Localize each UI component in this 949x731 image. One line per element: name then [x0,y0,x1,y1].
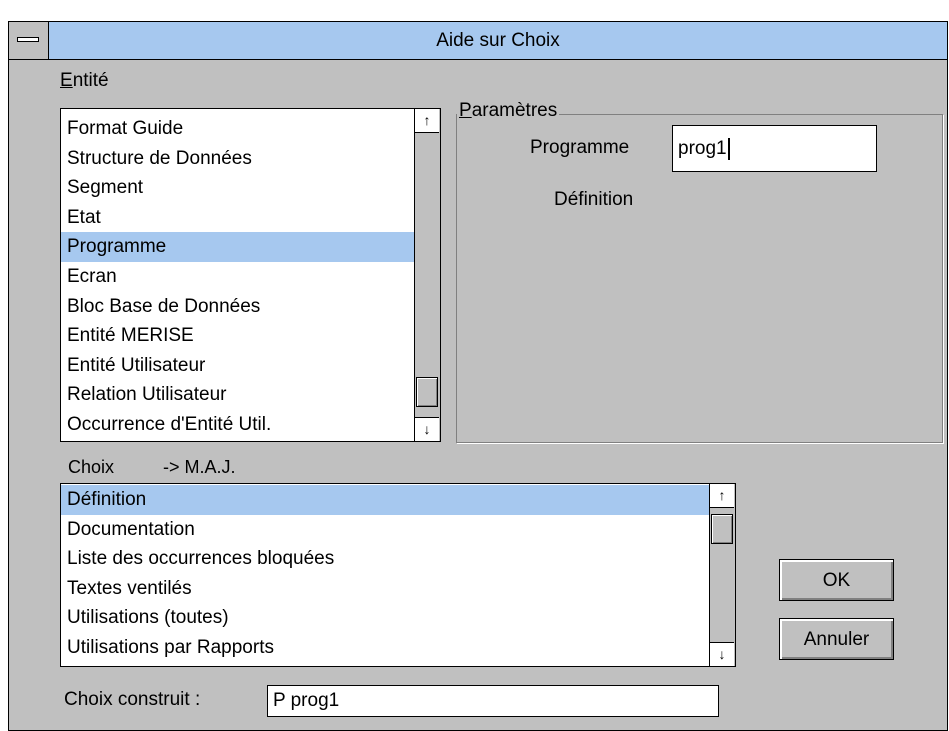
entite-list-item[interactable]: Etat [61,203,415,233]
choix-list-item[interactable]: Textes ventilés [61,574,710,604]
maj-label: -> M.A.J. [163,457,236,477]
entite-scrollbar[interactable]: ↑ ↓ [414,109,440,441]
programme-label: Programme [530,137,630,158]
entite-list-item[interactable]: Structure de Données [61,144,415,174]
entite-list-item[interactable]: Bloc Base de Données [61,292,415,322]
choix-list-item[interactable]: Utilisations (toutes) [61,603,710,633]
entite-list-item[interactable]: Ecran [61,262,415,292]
choix-listbox[interactable]: Définition Documentation Liste des occurre… [60,483,736,667]
entite-label: Entité [60,70,109,91]
scroll-up-icon[interactable]: ↑ [415,109,439,133]
entite-listbox[interactable]: Format Guide Structure de Données Segment E… [60,108,441,442]
choix-items: Définition Documentation Liste des occurre… [61,485,710,663]
entite-list-item[interactable]: Programme [61,232,415,262]
entite-list-item[interactable]: Relation Utilisateur [61,380,415,410]
choix-list-item[interactable]: Définition [61,485,710,515]
dialog-window: Aide sur Choix Entité Format Guide Struct… [8,21,948,731]
scroll-thumb[interactable] [711,514,733,544]
choix-construit-label: Choix construit : [64,689,201,710]
parametres-label: Paramètres [457,100,560,122]
system-menu-icon[interactable] [9,22,49,59]
title-bar: Aide sur Choix [9,22,947,60]
entite-list-item[interactable]: Format Guide [61,114,415,144]
choix-scrollbar[interactable]: ↑ ↓ [709,484,735,666]
text-caret [727,137,730,160]
entite-list-item[interactable]: Entité MERISE [61,321,415,351]
programme-input[interactable]: prog1 [672,125,877,172]
choix-label: Choix [68,457,115,477]
entite-list-item[interactable]: Segment [61,173,415,203]
scroll-up-icon[interactable]: ↑ [710,484,734,508]
programme-input-value: prog1 [678,138,727,159]
scroll-down-icon[interactable]: ↓ [415,417,439,441]
choix-list-item[interactable]: Liste des occurrences bloquées [61,544,710,574]
cancel-button[interactable]: Annuler [779,618,894,660]
ok-button[interactable]: OK [779,559,894,601]
entite-list-item[interactable]: Entité Utilisateur [61,351,415,381]
window-title: Aide sur Choix [436,30,560,51]
scroll-down-icon[interactable]: ↓ [710,642,734,666]
scroll-thumb[interactable] [416,377,438,407]
choix-list-item[interactable]: Utilisations par Rapports [61,633,710,663]
choix-list-item[interactable]: Documentation [61,515,710,545]
entite-list-item[interactable]: Occurrence d'Entité Util. [61,410,415,440]
definition-label: Définition [554,189,634,210]
entite-items: Format Guide Structure de Données Segment E… [61,114,415,440]
choix-construit-field[interactable]: P prog1 [267,685,719,717]
